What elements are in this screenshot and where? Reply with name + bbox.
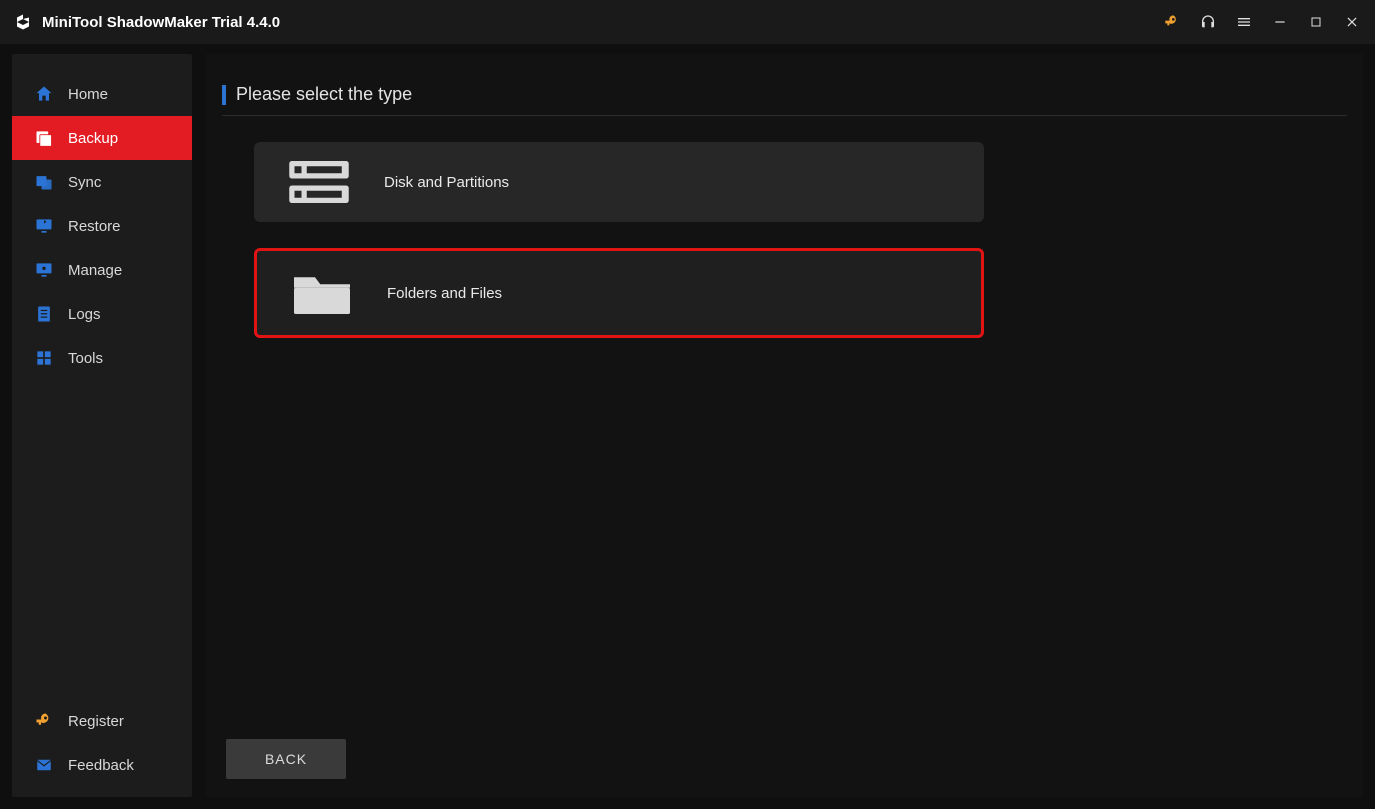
sidebar-item-sync[interactable]: Sync <box>12 160 192 204</box>
section-accent-bar <box>222 85 226 105</box>
sidebar-item-label: Home <box>68 86 108 103</box>
sidebar-item-label: Register <box>68 713 124 730</box>
sidebar-item-manage[interactable]: Manage <box>12 248 192 292</box>
main-content: Please select the type Disk and Partitio… <box>206 54 1363 797</box>
app-title: MiniTool ShadowMaker Trial 4.4.0 <box>42 14 280 31</box>
tools-icon <box>34 348 54 368</box>
sidebar-item-register[interactable]: Register <box>12 699 192 743</box>
option-folders-files[interactable]: Folders and Files <box>254 248 984 338</box>
option-label: Folders and Files <box>387 285 502 302</box>
sidebar-item-label: Tools <box>68 350 103 367</box>
headset-icon[interactable] <box>1199 13 1217 31</box>
sidebar-item-feedback[interactable]: Feedback <box>12 743 192 787</box>
logs-icon <box>34 304 54 324</box>
section-header: Please select the type <box>222 84 1347 116</box>
sidebar-item-label: Logs <box>68 306 101 323</box>
sidebar-item-tools[interactable]: Tools <box>12 336 192 380</box>
sidebar-item-restore[interactable]: Restore <box>12 204 192 248</box>
close-icon[interactable] <box>1343 13 1361 31</box>
sidebar-bottom-nav: Register Feedback <box>12 699 192 797</box>
key-icon[interactable] <box>1163 13 1181 31</box>
titlebar-left: MiniTool ShadowMaker Trial 4.4.0 <box>14 13 280 31</box>
window-body: Home Backup Sync Restore <box>0 44 1375 809</box>
sidebar-item-label: Restore <box>68 218 121 235</box>
option-disk-partitions[interactable]: Disk and Partitions <box>254 142 984 222</box>
sidebar-item-label: Backup <box>68 130 118 147</box>
sidebar-item-logs[interactable]: Logs <box>12 292 192 336</box>
home-icon <box>34 84 54 104</box>
sidebar-item-home[interactable]: Home <box>12 72 192 116</box>
sync-icon <box>34 172 54 192</box>
sidebar-item-label: Sync <box>68 174 101 191</box>
titlebar: MiniTool ShadowMaker Trial 4.4.0 <box>0 0 1375 44</box>
register-key-icon <box>34 711 54 731</box>
folder-icon <box>287 264 357 322</box>
disk-partitions-icon <box>284 153 354 211</box>
app-logo-icon <box>14 13 32 31</box>
sidebar-item-backup[interactable]: Backup <box>12 116 192 160</box>
back-button-label: BACK <box>265 751 307 767</box>
sidebar-item-label: Manage <box>68 262 122 279</box>
feedback-mail-icon <box>34 755 54 775</box>
sidebar-main-nav: Home Backup Sync Restore <box>12 72 192 699</box>
back-button[interactable]: BACK <box>226 739 346 779</box>
sidebar: Home Backup Sync Restore <box>12 54 192 797</box>
menu-icon[interactable] <box>1235 13 1253 31</box>
restore-icon <box>34 216 54 236</box>
manage-icon <box>34 260 54 280</box>
section-title: Please select the type <box>236 84 412 105</box>
maximize-icon[interactable] <box>1307 13 1325 31</box>
sidebar-item-label: Feedback <box>68 757 134 774</box>
minimize-icon[interactable] <box>1271 13 1289 31</box>
type-options: Disk and Partitions Folders and Files <box>222 142 1347 338</box>
titlebar-controls <box>1163 13 1361 31</box>
backup-icon <box>34 128 54 148</box>
option-label: Disk and Partitions <box>384 174 509 191</box>
